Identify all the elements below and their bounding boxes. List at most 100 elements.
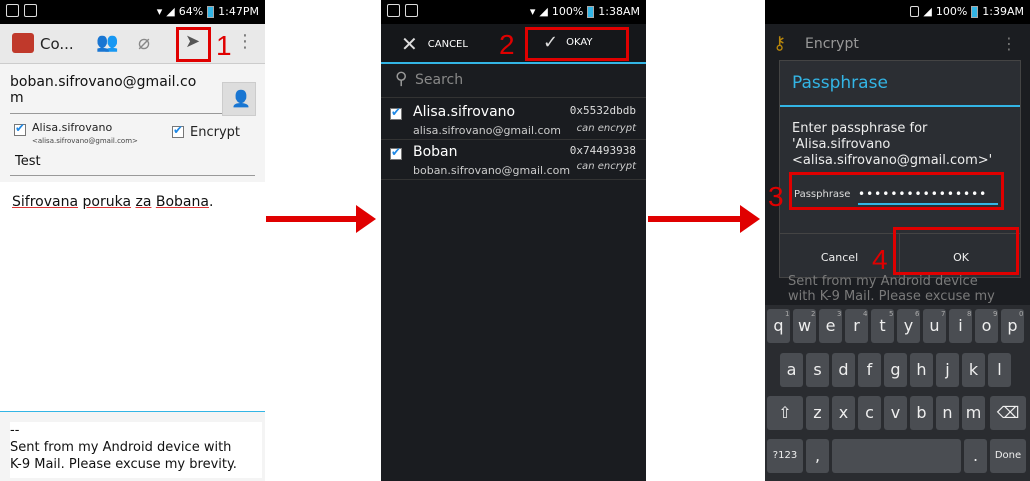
symbols-key[interactable]: ?123: [767, 439, 803, 473]
key[interactable]: a: [780, 353, 803, 387]
comma-key[interactable]: ,: [806, 439, 829, 473]
body-word: poruka: [82, 194, 132, 210]
background-title: Encrypt: [805, 36, 859, 52]
select-keys-screen: ▾ ◢ 100% 1:38AM ✕ CANCEL ✓ OKAY 2 ⚲ Search …: [381, 0, 646, 481]
contact-key: 0x5532dbdb: [569, 104, 636, 117]
kb-row-2: a s d f g h j k l: [765, 353, 1030, 389]
dialog-message-line: Enter passphrase for: [792, 121, 928, 136]
key-number-hint: 9: [993, 310, 998, 318]
key-label: l: [997, 360, 1002, 379]
dialog-cancel-label: Cancel: [820, 251, 859, 264]
step-number-4: 4: [872, 244, 888, 275]
key[interactable]: l: [988, 353, 1011, 387]
add-contact-icon[interactable]: 👥: [96, 32, 118, 53]
cancel-button[interactable]: ✕ CANCEL: [401, 32, 468, 56]
key[interactable]: m: [962, 396, 985, 430]
close-icon: ✕: [401, 32, 418, 56]
key-number-hint: 4: [863, 310, 868, 318]
battery-icon: [207, 5, 215, 18]
contact-picker-button[interactable]: 👤: [222, 82, 256, 116]
battery-percent: 64%: [178, 5, 204, 18]
battery-icon: [587, 5, 595, 18]
phone-notification-icon: [405, 4, 418, 17]
battery-percent: 100%: [935, 5, 968, 18]
key[interactable]: g: [884, 353, 907, 387]
to-field[interactable]: boban.sifrovano@gmail.co m: [10, 74, 225, 114]
cancel-label: CANCEL: [427, 38, 468, 50]
key-number-hint: 3: [837, 310, 842, 318]
highlight-ok: [893, 227, 1019, 275]
contact-checkbox[interactable]: [390, 145, 402, 160]
key[interactable]: h: [910, 353, 933, 387]
dialog-message-line: <alisa.sifrovano@gmail.com>': [792, 153, 993, 168]
contact-checkbox[interactable]: [390, 105, 402, 120]
key-number-hint: 5: [889, 310, 894, 318]
clock: 1:39AM: [982, 5, 1024, 18]
key[interactable]: f: [858, 353, 881, 387]
status-bar: ▾ ◢ 64% 1:47PM: [0, 0, 265, 24]
body-word: .: [208, 194, 214, 210]
contact-status: can encrypt: [576, 161, 636, 172]
contact-name: Boban: [413, 144, 458, 160]
key[interactable]: k: [962, 353, 985, 387]
contact-row[interactable]: Alisa.sifrovano alisa.sifrovano@gmail.co…: [381, 100, 646, 140]
key-number-hint: 2: [811, 310, 816, 318]
attach-icon[interactable]: ⌀: [138, 30, 150, 54]
status-bar: ▾ ◢ 100% 1:38AM: [381, 0, 646, 24]
encrypt-checkbox[interactable]: [172, 123, 184, 138]
kb-row-4: ?123 , . Done: [765, 439, 1030, 475]
key[interactable]: s: [806, 353, 829, 387]
subject-field[interactable]: Test: [10, 154, 255, 176]
contact-row[interactable]: Boban boban.sifrovano@gmail.com 0x744939…: [381, 140, 646, 180]
key[interactable]: v: [884, 396, 907, 430]
contact-key: 0x74493938: [569, 144, 636, 157]
key[interactable]: j: [936, 353, 959, 387]
battery-percent: 100%: [551, 5, 584, 18]
body-field[interactable]: Sifrovana poruka za Bobana.: [0, 182, 265, 412]
highlight-okay: [525, 27, 629, 61]
highlight-passphrase: [789, 172, 1004, 210]
key-number-hint: 8: [967, 310, 972, 318]
phone-notification-icon: [24, 4, 37, 17]
space-key[interactable]: [832, 439, 961, 473]
key[interactable]: z: [806, 396, 829, 430]
key[interactable]: c: [858, 396, 881, 430]
chip-checkbox[interactable]: [14, 121, 26, 136]
signature-line1: Sent from my Android device with: [10, 440, 232, 455]
key-label: f: [866, 360, 873, 379]
key[interactable]: x: [832, 396, 855, 430]
to-address-line1: boban.sifrovano@gmail.co: [10, 74, 197, 90]
overflow-menu-icon[interactable]: ⋮: [236, 31, 254, 52]
key[interactable]: n: [936, 396, 959, 430]
period-key[interactable]: .: [964, 439, 987, 473]
key-number-hint: 0: [1019, 310, 1024, 318]
done-key[interactable]: Done: [990, 439, 1026, 473]
step-number-2: 2: [499, 29, 515, 60]
search-bar[interactable]: ⚲ Search: [381, 66, 646, 98]
clock: 1:38AM: [598, 5, 640, 18]
battery-icon: [971, 5, 979, 18]
to-address-line2: m: [10, 90, 24, 106]
person-add-icon: 👤: [231, 89, 251, 108]
search-input[interactable]: Search: [415, 72, 463, 88]
key[interactable]: b: [910, 396, 933, 430]
shift-icon: ⇧: [778, 403, 792, 422]
key-label: h: [916, 360, 927, 379]
app-icon[interactable]: [12, 33, 34, 53]
key-label: ?123: [772, 450, 798, 461]
compose-screen: ▾ ◢ 64% 1:47PM Co... 👥 ⌀ ➤ ⋮ 1 boban.sifrov…: [0, 0, 265, 481]
contact-name: Alisa.sifrovano: [413, 104, 516, 120]
signature-separator: --: [10, 423, 20, 438]
key[interactable]: d: [832, 353, 855, 387]
background-text-line: Sent from my Android device: [788, 274, 978, 289]
clock: 1:47PM: [218, 5, 259, 18]
passphrase-screen: ◢ 100% 1:39AM ⚷ Encrypt ⋮ Passphrase Enter…: [765, 0, 1030, 481]
subject-text: Test: [15, 154, 41, 169]
search-icon: ⚲: [395, 69, 408, 89]
key-label: v: [890, 403, 901, 422]
key-label: b: [916, 403, 927, 422]
shift-key[interactable]: ⇧: [767, 396, 803, 430]
backspace-key[interactable]: ⌫: [990, 396, 1026, 430]
arrow-head: [740, 205, 760, 233]
arrow-1: [266, 205, 376, 233]
